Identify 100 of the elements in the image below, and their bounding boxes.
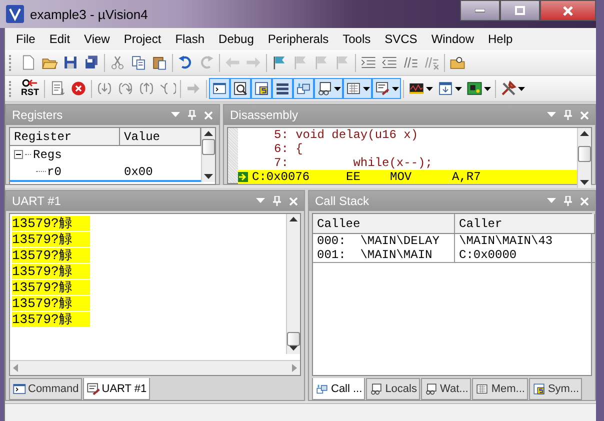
scroll-up-icon[interactable] <box>289 216 298 222</box>
serial-window-icon <box>86 382 100 396</box>
close-icon[interactable] <box>204 110 213 120</box>
source-line: 7: while(x--); <box>273 156 432 170</box>
close-icon[interactable] <box>580 196 589 206</box>
scrollbar-thumb[interactable] <box>578 146 591 162</box>
run-to-cursor-icon <box>159 80 176 97</box>
toolbar-button[interactable] <box>372 78 401 99</box>
command-window-icon <box>12 382 26 396</box>
pin-icon[interactable] <box>188 110 196 120</box>
toolbar-button[interactable] <box>230 78 251 99</box>
watch-window-icon <box>316 80 333 97</box>
scroll-up-icon[interactable] <box>580 130 589 136</box>
panel-title: Disassembly <box>230 108 300 122</box>
tab[interactable]: Locals <box>366 378 420 400</box>
reset-button[interactable]: RST <box>18 78 42 99</box>
tab[interactable]: Command <box>9 378 82 400</box>
scroll-down-icon[interactable] <box>580 180 589 186</box>
caret-icon <box>363 86 370 90</box>
command-window-icon <box>211 80 228 97</box>
minimize-button[interactable] <box>460 0 500 21</box>
close-icon[interactable] <box>289 196 298 206</box>
menu-item[interactable]: File <box>9 32 42 46</box>
menu-item[interactable]: Debug <box>212 32 261 46</box>
collapse-icon[interactable] <box>14 150 23 159</box>
step-list-icon <box>49 80 66 97</box>
toolbar-button[interactable] <box>209 78 230 99</box>
toolbar-button[interactable] <box>293 78 314 99</box>
tools-icon <box>500 80 517 97</box>
tab[interactable]: Sym... <box>528 378 582 400</box>
menu-item[interactable]: Flash <box>168 32 212 46</box>
symbols-window-icon <box>532 382 546 396</box>
asm-address: C:0x0076 <box>251 170 311 184</box>
panel-title: Call Stack <box>315 194 370 208</box>
close-button[interactable] <box>540 0 596 21</box>
dropdown-icon[interactable] <box>256 198 265 204</box>
undo-icon <box>177 54 194 71</box>
menu-item[interactable]: Window <box>424 32 481 46</box>
menu-item[interactable]: Help <box>481 32 520 46</box>
toolbar-button[interactable] <box>272 78 293 99</box>
memory-window-icon <box>475 382 490 396</box>
tab[interactable]: Call ... <box>312 378 366 400</box>
tree-item[interactable]: Regs <box>33 148 62 162</box>
close-icon[interactable] <box>580 110 589 120</box>
symbols-window-icon <box>253 80 270 97</box>
scroll-down-icon[interactable] <box>204 174 213 180</box>
register-value: 0x00 <box>124 164 153 178</box>
scroll-left-icon[interactable] <box>13 364 18 372</box>
toolbar-button[interactable] <box>251 78 272 99</box>
menu-item[interactable]: Tools <box>336 32 378 46</box>
table-cell-text: C:0x0000 <box>458 248 517 262</box>
disassembly-window-icon <box>232 80 249 97</box>
menu-item[interactable]: Project <box>116 32 168 46</box>
redo-icon <box>198 54 215 71</box>
caret-icon <box>518 86 525 90</box>
pin-icon[interactable] <box>564 196 572 206</box>
caret-icon <box>334 86 341 90</box>
save-icon <box>62 54 79 71</box>
table-cell-text: \MAIN\MAIN\43 <box>458 234 553 248</box>
copy-icon <box>130 54 147 71</box>
scroll-up-icon[interactable] <box>204 130 213 136</box>
menu-item[interactable]: SVCS <box>378 32 424 46</box>
maximize-button[interactable] <box>500 0 540 21</box>
new-file-icon <box>20 54 37 71</box>
app-logo-icon <box>6 5 24 23</box>
scrollbar-thumb[interactable] <box>202 139 215 155</box>
scrollbar-thumb[interactable] <box>287 332 300 346</box>
scroll-right-icon[interactable] <box>292 364 297 372</box>
serial-window-icon <box>374 80 391 97</box>
watch-window-icon <box>424 382 438 396</box>
column-header[interactable]: Caller <box>455 214 595 233</box>
dropdown-icon[interactable] <box>547 112 556 118</box>
menu-item[interactable]: Edit <box>42 32 78 46</box>
pin-icon[interactable] <box>273 196 281 206</box>
table-cell: 000: \MAIN\DELAY <box>313 234 455 248</box>
register-row[interactable]: r0 0x00 <box>10 163 201 182</box>
outdent-icon <box>381 54 398 71</box>
window-title: example3 - µVision4 <box>30 6 148 22</box>
dropdown-icon[interactable] <box>547 198 556 204</box>
minimize-icon <box>475 8 485 12</box>
reset-icon <box>22 79 38 87</box>
asm-operands: A,R7 <box>451 170 481 184</box>
column-header[interactable]: Register <box>10 128 120 145</box>
watch-window-icon <box>369 382 384 396</box>
panel-title: UART #1 <box>12 194 62 208</box>
asm-mnemonic: MOV <box>389 170 413 184</box>
pin-icon[interactable] <box>564 110 572 120</box>
tab[interactable]: UART #1 <box>82 378 150 400</box>
menu-item[interactable]: Peripherals <box>260 32 336 46</box>
panel-title: Registers <box>12 108 64 122</box>
toolbar-button[interactable] <box>343 78 372 99</box>
menu-item[interactable]: View <box>77 32 117 46</box>
step-over-icon <box>117 80 134 97</box>
tab[interactable]: Wat... <box>420 378 472 400</box>
toolbar-button[interactable] <box>314 78 343 99</box>
column-header[interactable]: Callee <box>313 214 455 233</box>
tab[interactable]: Mem... <box>472 378 528 400</box>
dropdown-icon[interactable] <box>171 112 180 118</box>
source-line: 6: { <box>273 142 303 156</box>
indent-icon <box>360 54 377 71</box>
